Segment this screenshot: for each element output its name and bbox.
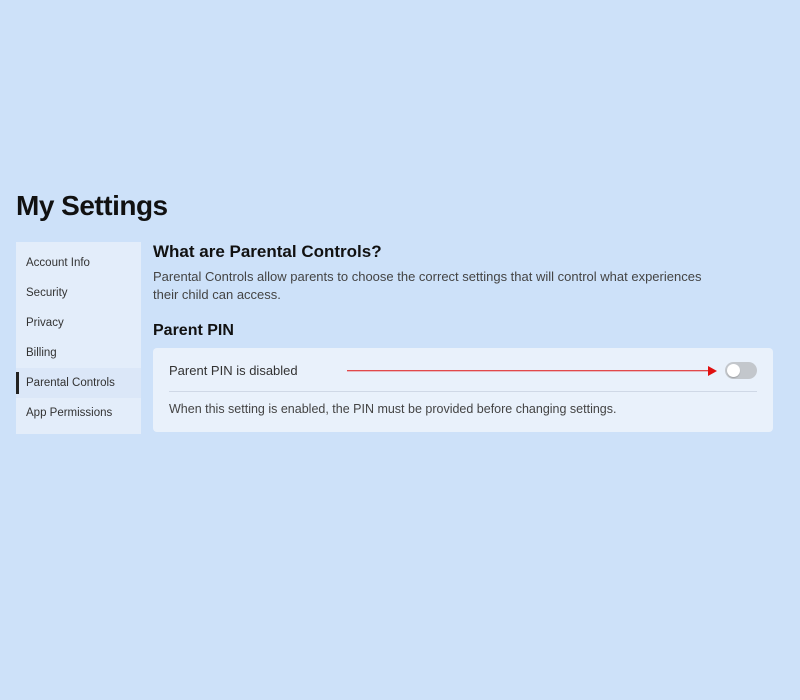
section-description: Parental Controls allow parents to choos…: [153, 268, 713, 304]
parent-pin-heading: Parent PIN: [153, 322, 780, 340]
parent-pin-note: When this setting is enabled, the PIN mu…: [169, 402, 757, 416]
arrow-icon: [347, 366, 717, 376]
main-panel: What are Parental Controls? Parental Con…: [151, 242, 784, 432]
annotation-arrow: [347, 366, 717, 376]
sidebar-item-account-info[interactable]: Account Info: [16, 248, 141, 278]
sidebar-item-security[interactable]: Security: [16, 278, 141, 308]
sidebar: Account Info Security Privacy Billing Pa…: [16, 242, 141, 434]
parent-pin-toggle[interactable]: [725, 362, 757, 379]
sidebar-item-app-permissions[interactable]: App Permissions: [16, 398, 141, 428]
parent-pin-card: Parent PIN is disabled When this setting…: [153, 348, 773, 432]
parent-pin-status-text: Parent PIN is disabled: [169, 363, 298, 378]
sidebar-item-privacy[interactable]: Privacy: [16, 308, 141, 338]
sidebar-item-parental-controls[interactable]: Parental Controls: [16, 368, 141, 398]
content-row: Account Info Security Privacy Billing Pa…: [16, 242, 784, 434]
parent-pin-row: Parent PIN is disabled: [169, 362, 757, 379]
section-heading-what-are-parental-controls: What are Parental Controls?: [153, 242, 780, 262]
page-title: My Settings: [16, 190, 784, 222]
toggle-knob-icon: [727, 364, 740, 377]
sidebar-item-billing[interactable]: Billing: [16, 338, 141, 368]
card-divider: [169, 391, 757, 392]
